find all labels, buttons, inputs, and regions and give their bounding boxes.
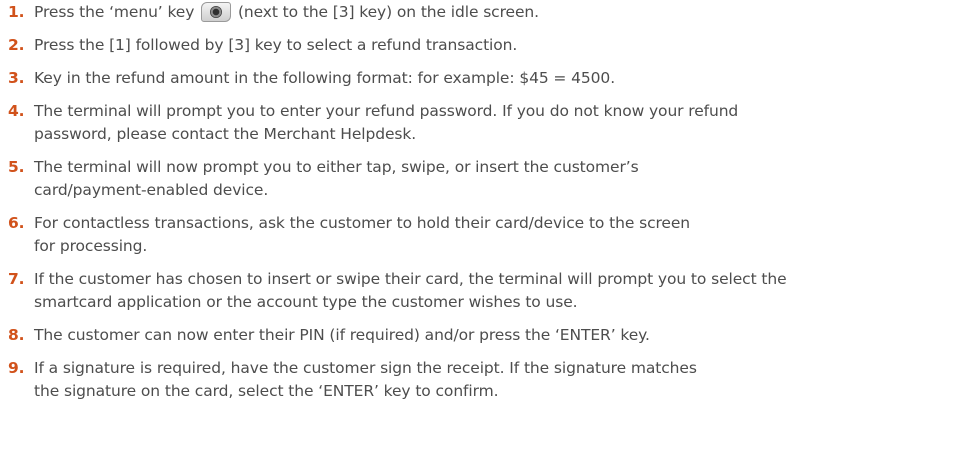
step-text-after-icon: (next to the [3] key) on the idle screen… xyxy=(237,3,539,21)
step-9: 9. If a signature is required, have the … xyxy=(8,357,953,403)
step-2: 2. Press the [1] followed by [3] key to … xyxy=(8,34,953,57)
step-number: 5. xyxy=(8,158,25,176)
step-4: 4. The terminal will prompt you to enter… xyxy=(8,100,953,146)
step-1: 1. Press the ‘menu’ key (next to the [3]… xyxy=(8,1,953,24)
step-number: 3. xyxy=(8,69,25,87)
step-number: 9. xyxy=(8,359,25,377)
step-text: Press the [1] followed by [3] key to sel… xyxy=(34,36,518,54)
step-number: 2. xyxy=(8,36,25,54)
step-6: 6. For contactless transactions, ask the… xyxy=(8,212,953,258)
step-text: The terminal will now prompt you to eith… xyxy=(34,158,639,199)
step-text-before-icon: Press the ‘menu’ key xyxy=(34,3,195,21)
step-number: 4. xyxy=(8,102,25,120)
step-text: If the customer has chosen to insert or … xyxy=(34,270,787,311)
step-5: 5. The terminal will now prompt you to e… xyxy=(8,156,953,202)
step-number: 1. xyxy=(8,3,25,21)
step-3: 3. Key in the refund amount in the follo… xyxy=(8,67,953,90)
menu-key-icon xyxy=(201,2,232,22)
step-8: 8. The customer can now enter their PIN … xyxy=(8,324,953,347)
step-text: If a signature is required, have the cus… xyxy=(34,359,697,400)
step-number: 8. xyxy=(8,326,25,344)
step-text: Key in the refund amount in the followin… xyxy=(34,69,616,87)
step-text: For contactless transactions, ask the cu… xyxy=(34,214,691,255)
step-number: 6. xyxy=(8,214,25,232)
refund-steps-list: 1. Press the ‘menu’ key (next to the [3]… xyxy=(8,0,953,403)
step-number: 7. xyxy=(8,270,25,288)
step-text: Press the ‘menu’ key (next to the [3] ke… xyxy=(34,1,953,24)
step-text: The terminal will prompt you to enter yo… xyxy=(34,102,739,143)
step-7: 7. If the customer has chosen to insert … xyxy=(8,268,953,314)
step-text: The customer can now enter their PIN (if… xyxy=(34,326,650,344)
